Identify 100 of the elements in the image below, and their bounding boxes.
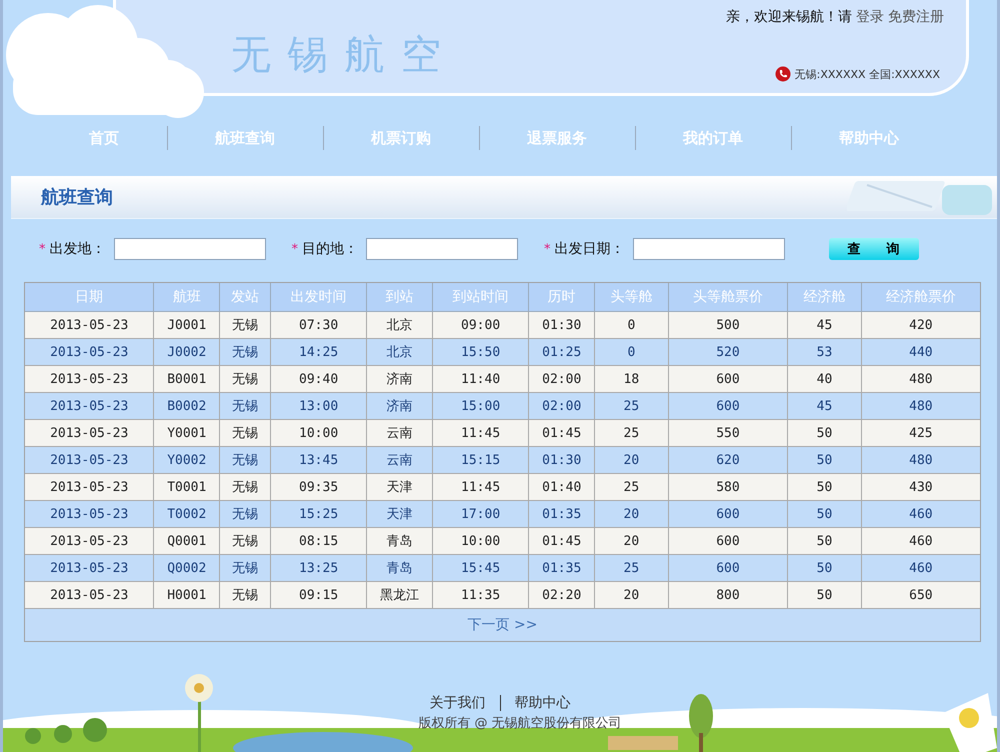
table-cell: 01:35 <box>528 554 595 582</box>
table-cell: Q0002 <box>154 554 220 582</box>
logo-text: 无 锡 航 空 <box>231 30 444 80</box>
table-cell: 425 <box>861 420 980 446</box>
table-cell: 08:15 <box>270 528 367 554</box>
table-cell: 09:40 <box>270 366 367 392</box>
table-cell: H0001 <box>154 582 220 608</box>
table-cell: 2013-05-23 <box>25 528 154 554</box>
table-cell: 天津 <box>366 474 432 500</box>
phone-icon <box>774 66 791 82</box>
column-header: 头等舱票价 <box>668 283 788 312</box>
table-cell: T0002 <box>154 500 220 528</box>
table-cell: 460 <box>861 554 980 582</box>
copyright-text: 版权所有 @ 无锡航空股份有限公司 <box>417 715 623 732</box>
table-cell: 20 <box>594 528 668 554</box>
table-cell: 无锡 <box>220 392 270 420</box>
table-cell: 01:25 <box>528 338 595 366</box>
table-cell: 50 <box>788 446 862 474</box>
table-cell: 430 <box>861 474 980 500</box>
table-cell: 01:40 <box>528 474 595 500</box>
table-cell: 2013-05-23 <box>25 366 154 392</box>
column-header: 出发时间 <box>270 283 367 312</box>
table-cell: 15:50 <box>432 338 529 366</box>
field-label: 出发日期： <box>554 240 624 258</box>
table-cell: 青岛 <box>366 528 432 554</box>
table-cell: 01:30 <box>528 446 595 474</box>
table-cell: 53 <box>788 338 862 366</box>
table-cell: 2013-05-23 <box>25 474 154 500</box>
table-cell: 420 <box>861 312 980 338</box>
required-mark: * <box>39 242 46 256</box>
table-cell: 600 <box>668 500 788 528</box>
table-cell: 济南 <box>366 392 432 420</box>
table-cell: Q0001 <box>154 528 220 554</box>
table-cell: 650 <box>861 582 980 608</box>
input-field[interactable] <box>632 238 784 260</box>
table-cell: 01:45 <box>528 420 595 446</box>
table-cell: 600 <box>668 392 788 420</box>
search-button[interactable]: 查 询 <box>828 238 918 260</box>
table-cell: 10:00 <box>432 528 529 554</box>
table-cell: 11:40 <box>432 366 529 392</box>
table-cell: 15:00 <box>432 392 529 420</box>
table-cell: 20 <box>594 582 668 608</box>
table-cell: 15:25 <box>270 500 367 528</box>
table-cell: 黑龙江 <box>366 582 432 608</box>
login-link[interactable]: 登录 <box>856 8 884 26</box>
table-cell: 01:35 <box>528 500 595 528</box>
table-cell: 云南 <box>366 420 432 446</box>
column-header: 到站 <box>366 283 432 312</box>
table-cell: 550 <box>668 420 788 446</box>
table-cell: 600 <box>668 554 788 582</box>
table-cell: T0001 <box>154 474 220 500</box>
table-cell: 25 <box>594 474 668 500</box>
table-cell: 460 <box>861 500 980 528</box>
required-mark: * <box>292 242 298 256</box>
next-page-link[interactable]: 下一页 >> <box>468 616 538 634</box>
table-cell: 25 <box>594 554 668 582</box>
table-cell: 01:45 <box>528 528 595 554</box>
input-field[interactable] <box>114 238 266 260</box>
table-cell: 480 <box>861 366 980 392</box>
table-cell: 50 <box>788 420 862 446</box>
table-cell: 14:25 <box>270 338 367 366</box>
table-cell: 02:20 <box>528 582 595 608</box>
table-cell: 无锡 <box>220 474 270 500</box>
table-cell: 11:35 <box>432 582 529 608</box>
table-cell: 09:00 <box>432 312 529 338</box>
table-cell: 20 <box>594 500 668 528</box>
table-cell: 440 <box>861 338 980 366</box>
table-cell: 2013-05-23 <box>25 420 154 446</box>
table-cell: 50 <box>788 554 862 582</box>
footer-link[interactable]: 帮助中心 <box>514 694 570 712</box>
table-cell: 13:25 <box>270 554 367 582</box>
table-cell: 800 <box>668 582 788 608</box>
input-field[interactable] <box>366 238 518 260</box>
table-cell: 无锡 <box>220 500 270 528</box>
table-cell: 青岛 <box>366 554 432 582</box>
table-cell: 北京 <box>366 338 432 366</box>
table-cell: 09:35 <box>270 474 367 500</box>
column-header: 航班 <box>154 283 220 312</box>
column-header: 经济舱 <box>788 283 862 312</box>
hotline-text: 无锡:XXXXXX 全国:XXXXXX <box>794 66 940 82</box>
table-cell: 45 <box>788 312 862 338</box>
table-cell: 02:00 <box>528 392 595 420</box>
register-link[interactable]: 免费注册 <box>888 8 944 26</box>
table-cell: 460 <box>861 528 980 554</box>
column-header: 到站时间 <box>432 283 529 312</box>
table-cell: Y0001 <box>154 420 220 446</box>
field-label: 出发地： <box>50 240 106 258</box>
table-cell: 无锡 <box>220 420 270 446</box>
table-cell: 云南 <box>366 446 432 474</box>
table-cell: 0 <box>594 312 668 338</box>
table-cell: 无锡 <box>220 528 270 554</box>
table-cell: 11:45 <box>432 474 529 500</box>
table-cell: B0002 <box>154 392 220 420</box>
table-cell: 济南 <box>366 366 432 392</box>
footer-link[interactable]: 关于我们 <box>430 694 486 712</box>
table-cell: 无锡 <box>220 338 270 366</box>
table-cell: 2013-05-23 <box>25 338 154 366</box>
table-cell: 无锡 <box>220 582 270 608</box>
table-cell: 2013-05-23 <box>25 582 154 608</box>
table-cell: 480 <box>861 392 980 420</box>
